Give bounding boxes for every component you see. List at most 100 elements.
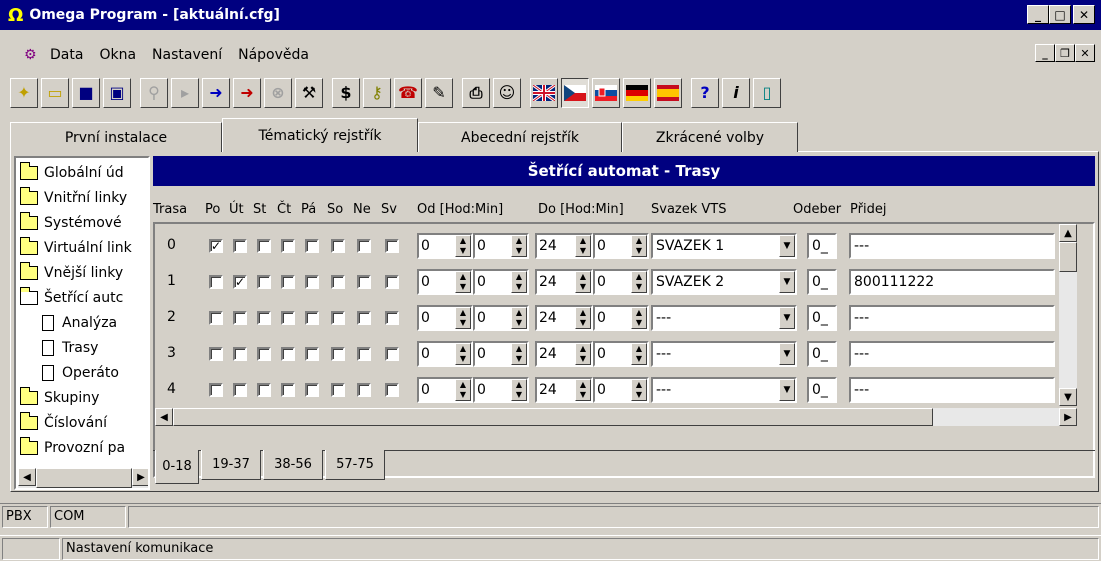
remove-digits-field[interactable]: 0_	[807, 377, 837, 403]
chevron-down-icon[interactable]: ▼	[779, 343, 795, 365]
chevron-down-icon[interactable]: ▼	[779, 379, 795, 401]
tree-node[interactable]: Číslování	[20, 412, 107, 434]
key-icon[interactable]: ⚷	[363, 78, 391, 108]
phone-icon[interactable]: ☎	[394, 78, 422, 108]
new-icon[interactable]: ✦	[10, 78, 38, 108]
day-checkbox[interactable]	[385, 383, 399, 397]
scroll-thumb[interactable]	[173, 408, 933, 426]
day-checkbox[interactable]	[385, 311, 399, 325]
day-checkbox[interactable]	[209, 275, 223, 289]
mdi-child-icon[interactable]: ⚙	[24, 47, 44, 63]
tab-tematicky-rejstrik[interactable]: Tématický rejstřík	[222, 118, 418, 152]
spin-updown-icon[interactable]: ▲ ▼	[631, 235, 647, 257]
spin-updown-icon[interactable]: ▲ ▼	[455, 271, 471, 293]
tree-horizontal-scrollbar[interactable]: ◀ ▶	[18, 468, 148, 488]
spin-updown-icon[interactable]: ▲ ▼	[511, 235, 527, 257]
minimize-button[interactable]: _	[1027, 5, 1049, 24]
from-hour-spinner[interactable]: 0 ▲ ▼	[417, 305, 473, 331]
tree-node[interactable]: Šetřící autc	[20, 287, 123, 309]
day-checkbox[interactable]	[357, 347, 371, 361]
tab-prvni-instalace[interactable]: První instalace	[10, 122, 222, 152]
from-minute-spinner[interactable]: 0 ▲ ▼	[473, 305, 529, 331]
tree-node[interactable]: Virtuální link	[20, 237, 132, 259]
document-edit-icon[interactable]: ✎	[425, 78, 453, 108]
day-checkbox[interactable]: ✓	[233, 275, 247, 289]
cancel-icon[interactable]: ⊗	[264, 78, 292, 108]
scroll-left-icon[interactable]: ◀	[155, 408, 173, 426]
day-checkbox[interactable]	[331, 275, 345, 289]
day-checkbox[interactable]	[385, 239, 399, 253]
spin-updown-icon[interactable]: ▲ ▼	[575, 307, 591, 329]
day-checkbox[interactable]	[233, 311, 247, 325]
day-checkbox[interactable]	[331, 239, 345, 253]
from-hour-spinner[interactable]: 0 ▲ ▼	[417, 341, 473, 367]
open-folder-icon[interactable]: ▭	[41, 78, 69, 108]
day-checkbox[interactable]	[281, 275, 295, 289]
upload-icon[interactable]: ➜	[202, 78, 230, 108]
scroll-thumb[interactable]	[36, 468, 132, 488]
save-all-icon[interactable]: ▣	[103, 78, 131, 108]
save-icon[interactable]: ■	[72, 78, 100, 108]
spin-updown-icon[interactable]: ▲ ▼	[575, 271, 591, 293]
to-minute-spinner[interactable]: 0 ▲ ▼	[593, 233, 649, 259]
scroll-right-icon[interactable]: ▶	[1059, 408, 1077, 426]
spin-updown-icon[interactable]: ▲ ▼	[575, 235, 591, 257]
dollar-icon[interactable]: $	[332, 78, 360, 108]
flag-cz-icon[interactable]	[561, 78, 589, 108]
tree-node[interactable]: Systémové	[20, 212, 122, 234]
spin-updown-icon[interactable]: ▲ ▼	[511, 307, 527, 329]
spin-updown-icon[interactable]: ▲ ▼	[511, 379, 527, 401]
day-checkbox[interactable]	[281, 347, 295, 361]
from-minute-spinner[interactable]: 0 ▲ ▼	[473, 233, 529, 259]
tree-node[interactable]: Globální úd	[20, 162, 124, 184]
add-prefix-field[interactable]: ---	[849, 377, 1055, 403]
tree-node[interactable]: Skupiny	[20, 387, 99, 409]
tree-node[interactable]: Trasy	[42, 337, 98, 359]
remove-digits-field[interactable]: 0_	[807, 233, 837, 259]
menu-okna[interactable]: Okna	[99, 47, 136, 63]
day-checkbox[interactable]	[357, 239, 371, 253]
spin-updown-icon[interactable]: ▲ ▼	[575, 379, 591, 401]
add-prefix-field[interactable]: ---	[849, 305, 1055, 331]
add-prefix-field[interactable]: ---	[849, 233, 1055, 259]
day-checkbox[interactable]	[257, 275, 271, 289]
grid-vertical-scrollbar[interactable]: ▲ ▼	[1059, 224, 1077, 406]
to-hour-spinner[interactable]: 24 ▲ ▼	[535, 377, 593, 403]
to-hour-spinner[interactable]: 24 ▲ ▼	[535, 233, 593, 259]
from-hour-spinner[interactable]: 0 ▲ ▼	[417, 269, 473, 295]
scroll-down-icon[interactable]: ▼	[1059, 388, 1077, 406]
day-checkbox[interactable]	[209, 347, 223, 361]
spin-updown-icon[interactable]: ▲ ▼	[455, 307, 471, 329]
trunk-dropdown[interactable]: --- ▼	[651, 305, 797, 331]
spin-updown-icon[interactable]: ▲ ▼	[575, 343, 591, 365]
from-minute-spinner[interactable]: 0 ▲ ▼	[473, 377, 529, 403]
to-hour-spinner[interactable]: 24 ▲ ▼	[535, 269, 593, 295]
add-prefix-field[interactable]: ---	[849, 341, 1055, 367]
tools-icon[interactable]: ⚒	[295, 78, 323, 108]
tab-zkracene-volby[interactable]: Zkrácené volby	[622, 122, 798, 152]
to-minute-spinner[interactable]: 0 ▲ ▼	[593, 341, 649, 367]
day-checkbox[interactable]	[305, 239, 319, 253]
omega-app-icon[interactable]: Ω	[8, 5, 23, 26]
trunk-dropdown[interactable]: SVAZEK 2 ▼	[651, 269, 797, 295]
to-minute-spinner[interactable]: 0 ▲ ▼	[593, 305, 649, 331]
spin-updown-icon[interactable]: ▲ ▼	[631, 379, 647, 401]
scroll-left-icon[interactable]: ◀	[18, 468, 36, 486]
tab-abecedni-rejstrik[interactable]: Abecední rejstřík	[418, 122, 622, 152]
to-minute-spinner[interactable]: 0 ▲ ▼	[593, 377, 649, 403]
day-checkbox[interactable]	[331, 311, 345, 325]
day-checkbox[interactable]	[257, 347, 271, 361]
day-checkbox[interactable]	[233, 383, 247, 397]
day-checkbox[interactable]	[257, 383, 271, 397]
day-checkbox[interactable]	[357, 311, 371, 325]
help-icon[interactable]: ?	[691, 78, 719, 108]
tree-node[interactable]: Analýza	[42, 312, 117, 334]
remove-digits-field[interactable]: 0_	[807, 305, 837, 331]
exit-icon[interactable]: ▯	[753, 78, 781, 108]
from-minute-spinner[interactable]: 0 ▲ ▼	[473, 341, 529, 367]
day-checkbox[interactable]	[305, 311, 319, 325]
menu-nastaveni[interactable]: Nastavení	[152, 47, 222, 63]
add-prefix-field[interactable]: 800111222	[849, 269, 1055, 295]
mdi-minimize-button[interactable]: _	[1035, 44, 1055, 62]
to-hour-spinner[interactable]: 24 ▲ ▼	[535, 305, 593, 331]
